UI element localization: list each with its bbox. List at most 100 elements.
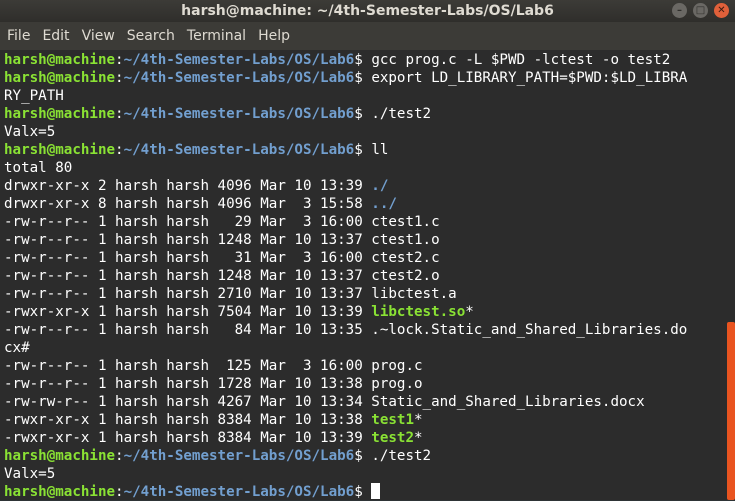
text-cursor: [371, 483, 381, 499]
file-suffix: *: [465, 304, 474, 320]
prompt-user: harsh@machine: [4, 52, 116, 68]
menu-bar: File Edit View Search Terminal Help: [0, 22, 735, 50]
file-suffix: *: [414, 412, 423, 428]
file-name: Static_and_Shared_Libraries.docx: [371, 394, 645, 410]
menu-search[interactable]: Search: [121, 28, 181, 44]
close-icon[interactable]: ✕: [714, 3, 729, 18]
listing-row: -rw-r--r-- 1 harsh harsh 29 Mar 3 16:00 …: [4, 213, 687, 231]
prompt-symbol: $: [354, 142, 372, 158]
file-name: prog.o: [371, 376, 423, 392]
terminal-lines: harsh@machine:~/4th-Semester-Labs/OS/Lab…: [4, 51, 687, 501]
prompt-user: harsh@machine: [4, 448, 116, 464]
file-name: test2: [371, 430, 415, 446]
scrollbar-thumb[interactable]: [727, 322, 735, 500]
window-title: harsh@machine: ~/4th-Semester-Labs/OS/La…: [181, 3, 554, 19]
prompt-path: ~/4th-Semester-Labs/OS/Lab6: [123, 142, 355, 158]
output-line: Valx=5: [4, 465, 687, 483]
listing-row: -rwxr-xr-x 1 harsh harsh 8384 Mar 10 13:…: [4, 429, 687, 447]
command-text: gcc prog.c -L $PWD -lctest -o test2: [371, 52, 671, 68]
prompt-line: harsh@machine:~/4th-Semester-Labs/OS/Lab…: [4, 141, 687, 159]
listing-row: -rw-r--r-- 1 harsh harsh 31 Mar 3 16:00 …: [4, 249, 687, 267]
output-line: Valx=5: [4, 123, 687, 141]
prompt-path: ~/4th-Semester-Labs/OS/Lab6: [123, 70, 355, 86]
file-name: ../: [371, 196, 397, 212]
command-text: ./test2: [371, 448, 432, 464]
file-meta: -rw-r--r-- 1 harsh harsh 1728 Mar 10 13:…: [4, 376, 372, 392]
prompt-line: harsh@machine:~/4th-Semester-Labs/OS/Lab…: [4, 105, 687, 123]
output-text: total 80: [4, 160, 73, 176]
prompt-line: harsh@machine:~/4th-Semester-Labs/OS/Lab…: [4, 51, 687, 69]
output-line: total 80: [4, 159, 687, 177]
minimize-icon[interactable]: –: [672, 3, 687, 18]
window-controls: – □ ✕: [672, 3, 729, 18]
output-text: RY_PATH: [4, 88, 64, 104]
output-text: Valx=5: [4, 466, 56, 482]
listing-row: -rw-r--r-- 1 harsh harsh 2710 Mar 10 13:…: [4, 285, 687, 303]
file-name: ctest2.o: [371, 268, 440, 284]
file-suffix: *: [414, 430, 423, 446]
prompt-path: ~/4th-Semester-Labs/OS/Lab6: [123, 52, 355, 68]
file-name: ctest1.c: [371, 214, 440, 230]
listing-row: -rw-r--r-- 1 harsh harsh 125 Mar 3 16:00…: [4, 357, 687, 375]
prompt-separator: :: [115, 106, 124, 122]
menu-help[interactable]: Help: [252, 28, 296, 44]
terminal-window: harsh@machine: ~/4th-Semester-Labs/OS/La…: [0, 0, 735, 500]
prompt-line: harsh@machine:~/4th-Semester-Labs/OS/Lab…: [4, 69, 687, 87]
listing-row: -rw-rw-r-- 1 harsh harsh 4267 Mar 10 13:…: [4, 393, 687, 411]
menu-file[interactable]: File: [0, 28, 36, 44]
scrollbar[interactable]: [725, 50, 735, 500]
menu-edit[interactable]: Edit: [36, 28, 75, 44]
menu-terminal[interactable]: Terminal: [181, 28, 252, 44]
output-line: RY_PATH: [4, 87, 687, 105]
file-meta: -rwxr-xr-x 1 harsh harsh 8384 Mar 10 13:…: [4, 430, 372, 446]
prompt-separator: :: [115, 484, 124, 500]
prompt-symbol: $: [354, 484, 372, 500]
output-text: cx#: [4, 340, 30, 356]
listing-row: -rwxr-xr-x 1 harsh harsh 8384 Mar 10 13:…: [4, 411, 687, 429]
prompt-user: harsh@machine: [4, 70, 116, 86]
listing-row: drwxr-xr-x 8 harsh harsh 4096 Mar 3 15:5…: [4, 195, 687, 213]
file-meta: -rwxr-xr-x 1 harsh harsh 7504 Mar 10 13:…: [4, 304, 372, 320]
file-name: prog.c: [371, 358, 423, 374]
file-meta: -rw-r--r-- 1 harsh harsh 31 Mar 3 16:00: [4, 250, 372, 266]
menu-view[interactable]: View: [76, 28, 121, 44]
file-meta: -rwxr-xr-x 1 harsh harsh 8384 Mar 10 13:…: [4, 412, 372, 428]
title-bar[interactable]: harsh@machine: ~/4th-Semester-Labs/OS/La…: [0, 0, 735, 22]
prompt-user: harsh@machine: [4, 142, 116, 158]
command-text: ll: [371, 142, 389, 158]
listing-row: -rwxr-xr-x 1 harsh harsh 7504 Mar 10 13:…: [4, 303, 687, 321]
maximize-icon[interactable]: □: [693, 3, 708, 18]
file-name: ctest1.o: [371, 232, 440, 248]
prompt-separator: :: [115, 448, 124, 464]
prompt-symbol: $: [354, 52, 372, 68]
prompt-separator: :: [115, 142, 124, 158]
file-name: ./: [371, 178, 389, 194]
file-meta: -rw-r--r-- 1 harsh harsh 1248 Mar 10 13:…: [4, 232, 372, 248]
file-name: test1: [371, 412, 415, 428]
prompt-symbol: $: [354, 106, 372, 122]
file-meta: -rw-rw-r-- 1 harsh harsh 4267 Mar 10 13:…: [4, 394, 372, 410]
file-name: libctest.so: [371, 304, 466, 320]
prompt-line: harsh@machine:~/4th-Semester-Labs/OS/Lab…: [4, 447, 687, 465]
command-text: ./test2: [371, 106, 432, 122]
prompt-symbol: $: [354, 70, 372, 86]
file-meta: -rw-r--r-- 1 harsh harsh 1248 Mar 10 13:…: [4, 268, 372, 284]
file-name: libctest.a: [371, 286, 457, 302]
prompt-separator: :: [115, 70, 124, 86]
file-name: ctest2.c: [371, 250, 440, 266]
prompt-user: harsh@machine: [4, 484, 116, 500]
prompt-line: harsh@machine:~/4th-Semester-Labs/OS/Lab…: [4, 483, 687, 501]
file-name: .~lock.Static_and_Shared_Libraries.do: [371, 322, 688, 338]
prompt-path: ~/4th-Semester-Labs/OS/Lab6: [123, 106, 355, 122]
output-line: cx#: [4, 339, 687, 357]
prompt-path: ~/4th-Semester-Labs/OS/Lab6: [123, 484, 355, 500]
listing-row: -rw-r--r-- 1 harsh harsh 1248 Mar 10 13:…: [4, 231, 687, 249]
terminal-output[interactable]: harsh@machine:~/4th-Semester-Labs/OS/Lab…: [0, 50, 725, 500]
file-meta: drwxr-xr-x 2 harsh harsh 4096 Mar 10 13:…: [4, 178, 372, 194]
prompt-user: harsh@machine: [4, 106, 116, 122]
prompt-separator: :: [115, 52, 124, 68]
output-text: Valx=5: [4, 124, 56, 140]
file-meta: -rw-r--r-- 1 harsh harsh 2710 Mar 10 13:…: [4, 286, 372, 302]
file-meta: -rw-r--r-- 1 harsh harsh 29 Mar 3 16:00: [4, 214, 372, 230]
listing-row: -rw-r--r-- 1 harsh harsh 84 Mar 10 13:35…: [4, 321, 687, 339]
